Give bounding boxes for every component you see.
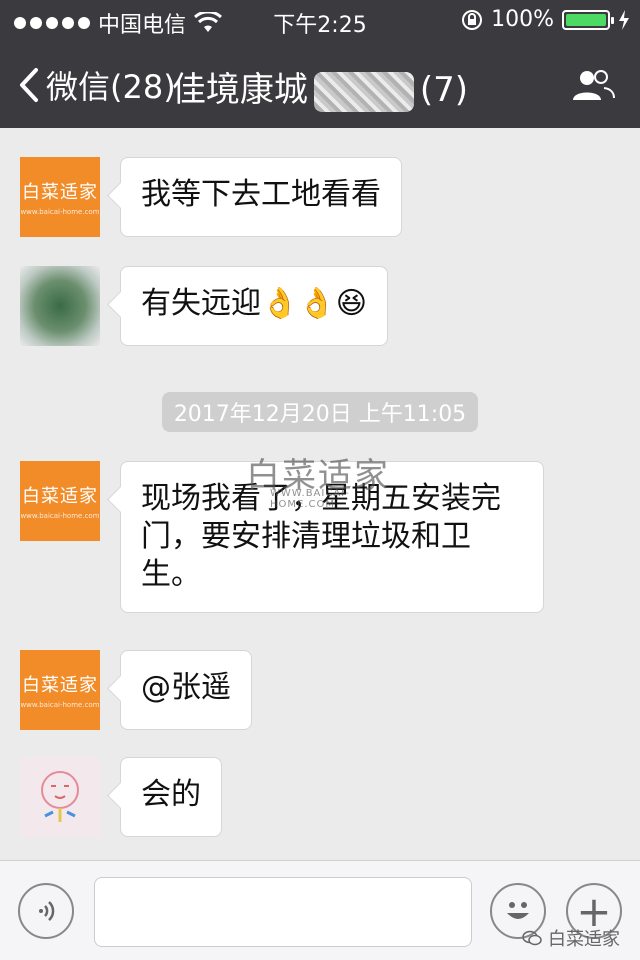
- battery-percent: 100%: [491, 7, 554, 32]
- message-row: 白菜适家 www.baicai-home.com 我等下去工地看看: [20, 157, 402, 237]
- nav-bar: 微信(28) 佳境康城 (7): [0, 40, 640, 128]
- group-members-icon[interactable]: [570, 68, 616, 102]
- status-bar: 中国电信 下午2:25 100%: [0, 0, 640, 40]
- avatar[interactable]: [20, 757, 100, 837]
- avatar[interactable]: 白菜适家 www.baicai-home.com: [20, 461, 100, 541]
- message-row: 白菜适家 www.baicai-home.com @张遥: [20, 650, 252, 730]
- message-input[interactable]: [94, 877, 472, 947]
- message-bubble[interactable]: 会的: [120, 757, 222, 837]
- status-right: 100%: [461, 7, 630, 32]
- chat-input-bar: + 白菜适家: [0, 860, 640, 960]
- rotation-lock-icon: [462, 9, 483, 30]
- footer-brand: 白菜适家: [522, 925, 620, 951]
- avatar[interactable]: 白菜适家 www.baicai-home.com: [20, 157, 100, 237]
- avatar[interactable]: [20, 266, 100, 346]
- avatar[interactable]: 白菜适家 www.baicai-home.com: [20, 650, 100, 730]
- chat-title-left: 佳境康城: [171, 70, 308, 110]
- message-bubble[interactable]: 我等下去工地看看: [120, 157, 402, 237]
- message-row: 有失远迎👌👌😆: [20, 266, 388, 346]
- timestamp-label: 2017年12月20日 上午11:05: [162, 392, 478, 432]
- voice-input-button[interactable]: [18, 883, 74, 939]
- chat-title: 佳境康城 (7): [0, 62, 640, 112]
- message-bubble[interactable]: @张遥: [120, 650, 252, 730]
- message-row: 会的: [20, 757, 222, 837]
- brand-watermark: 白菜适家 WWW.BAICAI-HOME.COM: [246, 456, 390, 510]
- battery-icon: [562, 9, 614, 30]
- voice-icon: [39, 901, 55, 921]
- message-bubble[interactable]: 有失远迎👌👌😆: [120, 266, 388, 346]
- chat-title-count: (7): [419, 70, 469, 110]
- wechat-icon: [522, 930, 542, 946]
- avatar-doodle-icon: [41, 771, 79, 822]
- redacted-area: [313, 71, 414, 112]
- charging-icon: [619, 9, 629, 30]
